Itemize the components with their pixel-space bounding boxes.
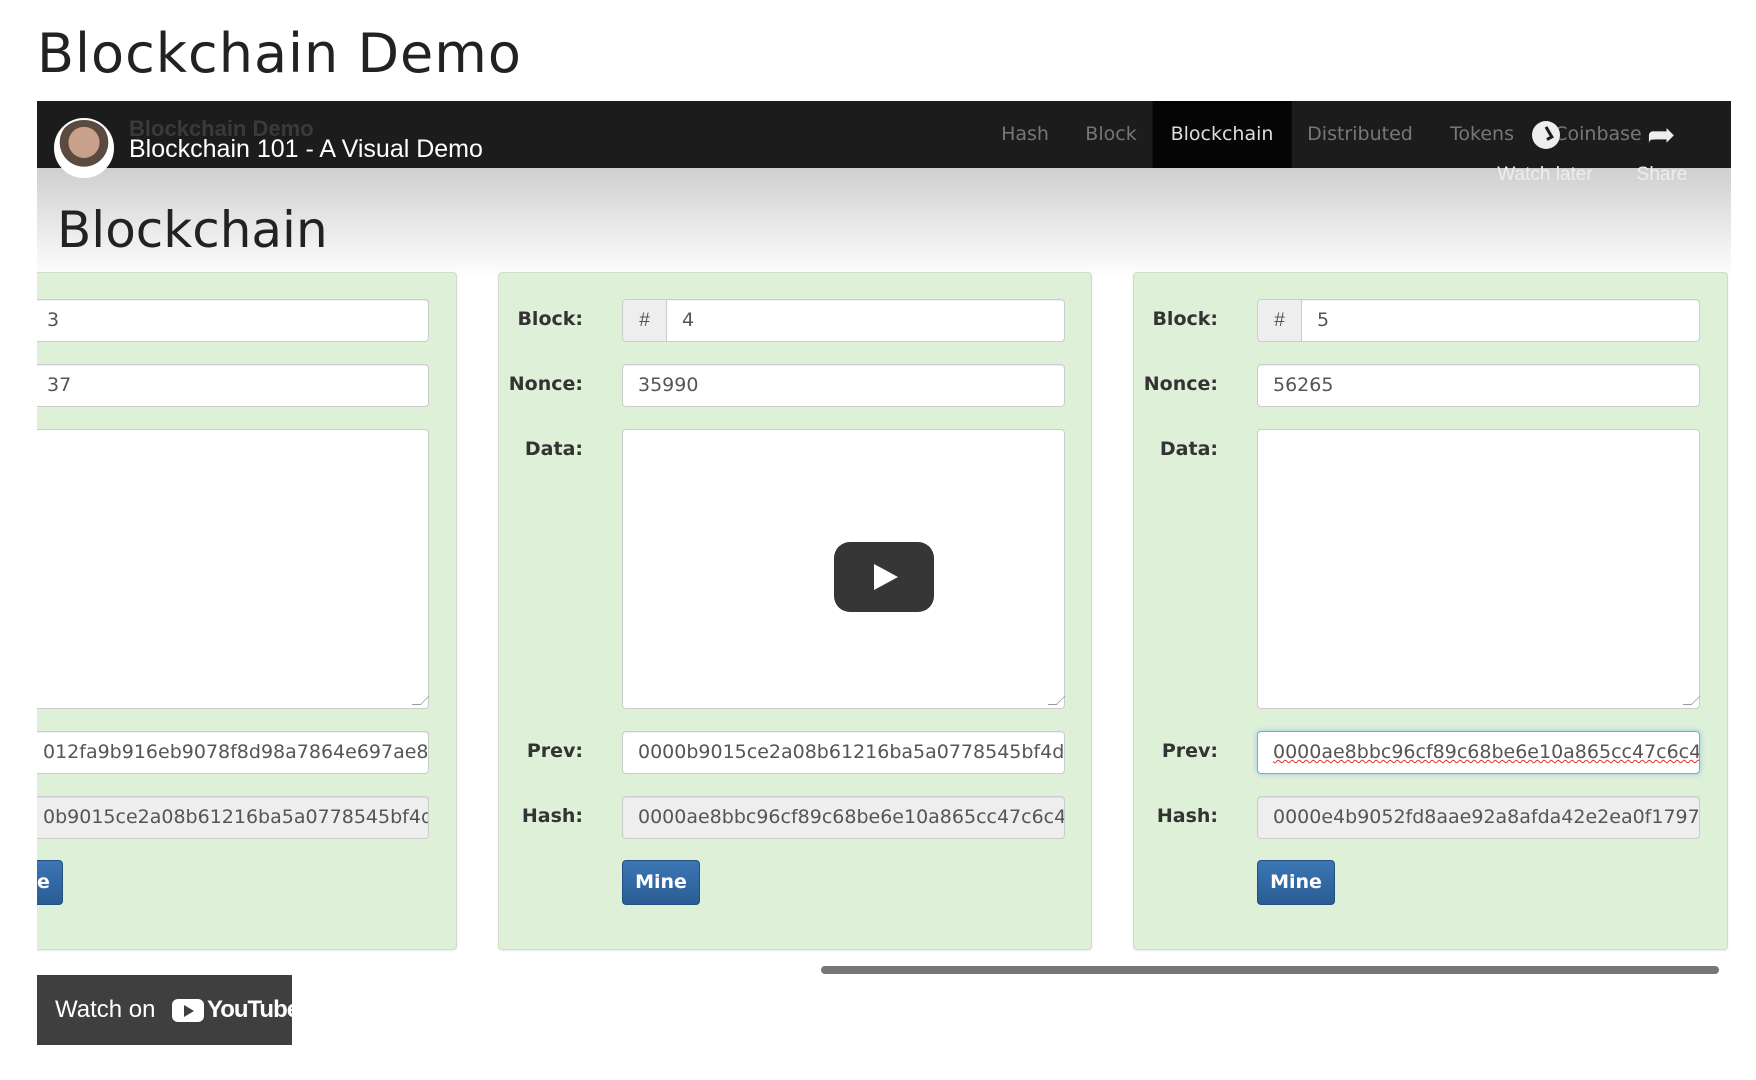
section-heading: Blockchain <box>57 201 328 259</box>
prev-label: Prev: <box>526 740 583 762</box>
data-label: Data: <box>524 438 583 460</box>
block-number-field[interactable]: 3 <box>37 299 429 342</box>
hash-prefix-addon: # <box>622 299 667 342</box>
hash-label: Hash: <box>521 805 583 827</box>
watch-later-icon[interactable] <box>1532 121 1560 149</box>
nav-hash[interactable]: Hash <box>1001 101 1049 168</box>
share-label[interactable]: Share <box>1637 164 1688 186</box>
hash-field: 0b9015ce2a08b61216ba5a0778545bf4d <box>37 796 429 839</box>
youtube-embed[interactable]: Hash Block Blockchain Distributed Tokens… <box>37 101 1731 1076</box>
data-textarea[interactable] <box>37 429 429 709</box>
hash-label: Hash: <box>1156 805 1218 827</box>
nonce-field[interactable]: 37 <box>37 364 429 407</box>
nonce-label: Nonce: <box>508 373 583 395</box>
hash-field: 0000e4b9052fd8aae92a8afda42e2ea0f17972 <box>1257 796 1700 839</box>
watch-later-label[interactable]: Watch later <box>1497 164 1592 186</box>
video-title[interactable]: Blockchain 101 - A Visual Demo <box>129 135 483 164</box>
youtube-wordmark: YouTube <box>207 996 300 1023</box>
channel-avatar[interactable] <box>54 118 114 178</box>
data-label: Data: <box>1159 438 1218 460</box>
prev-field[interactable]: 012fa9b916eb9078f8d98a7864e697ae83 <box>37 731 429 774</box>
page-title: Blockchain Demo <box>37 22 522 85</box>
prev-field[interactable]: 0000ae8bbc96cf89c68be6e10a865cc47c6c48 <box>1257 731 1700 774</box>
share-icon[interactable]: ➦ <box>1647 115 1676 155</box>
watch-on-youtube-button[interactable]: Watch on YouTube <box>37 975 300 1045</box>
nav-block[interactable]: Block <box>1085 101 1136 168</box>
nonce-field[interactable]: 35990 <box>622 364 1065 407</box>
horizontal-scrollbar[interactable] <box>821 966 1719 974</box>
play-icon[interactable] <box>834 542 934 612</box>
block-number-field[interactable]: 4 <box>666 299 1065 342</box>
block-number-field[interactable]: 5 <box>1301 299 1700 342</box>
hash-prefix-addon: # <box>1257 299 1302 342</box>
data-textarea[interactable] <box>1257 429 1700 709</box>
youtube-logo-icon <box>172 999 204 1022</box>
watch-on-label: Watch on <box>55 996 156 1023</box>
nonce-label: Nonce: <box>1143 373 1218 395</box>
block-label: Block: <box>517 308 583 330</box>
prev-label: Prev: <box>1161 740 1218 762</box>
mine-button[interactable]: Mine <box>1257 860 1335 905</box>
hash-field: 0000ae8bbc96cf89c68be6e10a865cc47c6c48 <box>622 796 1065 839</box>
nav-distributed[interactable]: Distributed <box>1307 101 1413 168</box>
nav-coinbase[interactable]: Coinbase <box>1554 101 1642 168</box>
mine-button[interactable]: Mine <box>37 860 63 905</box>
mine-button[interactable]: Mine <box>622 860 700 905</box>
nav-blockchain[interactable]: Blockchain <box>1152 101 1292 168</box>
prev-field[interactable]: 0000b9015ce2a08b61216ba5a0778545bf4d <box>622 731 1065 774</box>
block-label: Block: <box>1152 308 1218 330</box>
nav-tokens[interactable]: Tokens <box>1450 101 1514 168</box>
nonce-field[interactable]: 56265 <box>1257 364 1700 407</box>
